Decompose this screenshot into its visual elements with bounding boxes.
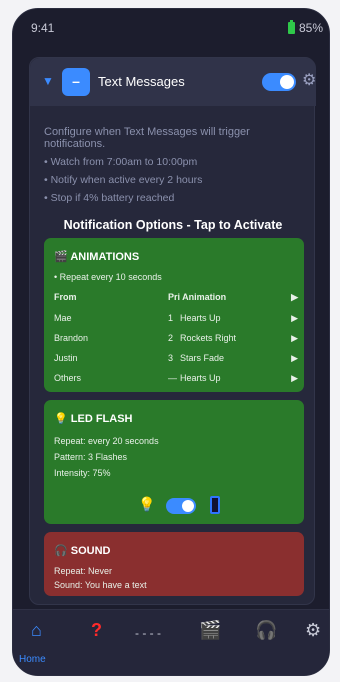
- app-icon: –: [62, 68, 90, 96]
- phone-icon[interactable]: [210, 496, 220, 514]
- led-intensity: Intensity: 75%: [54, 468, 111, 478]
- col-pri-animation: Pri Animation: [168, 292, 227, 302]
- table-row[interactable]: Justin 3 Stars Fade ▶: [54, 353, 298, 367]
- led-repeat: Repeat: every 20 seconds: [54, 436, 159, 446]
- phone-frame: 9:41 85% ▼ – Text Messages ⚙ Configure w…: [12, 8, 330, 676]
- led-title: LED FLASH: [70, 413, 133, 425]
- row-from: Mae: [54, 313, 72, 323]
- led-controls: 💡: [44, 496, 304, 516]
- led-header: 💡 LED FLASH: [54, 412, 133, 425]
- row-priority: 3: [168, 353, 174, 363]
- bullet-watch: • Watch from 7:00am to 10:00pm: [44, 156, 198, 168]
- led-toggle[interactable]: [166, 498, 196, 514]
- row-priority: 1: [168, 313, 174, 323]
- play-icon[interactable]: ▶: [291, 353, 298, 364]
- col-from: From: [54, 292, 77, 302]
- gear-icon[interactable]: ⚙: [302, 70, 316, 90]
- bullet-notify: • Notify when active every 2 hours: [44, 174, 203, 186]
- card-header[interactable]: ▼ – Text Messages ⚙: [30, 58, 316, 106]
- play-icon[interactable]: ▶: [291, 292, 298, 303]
- animations-title: ANIMATIONS: [70, 251, 140, 263]
- gear-icon[interactable]: ⚙: [305, 620, 321, 641]
- play-icon[interactable]: ▶: [291, 333, 298, 344]
- table-row[interactable]: Mae 1 Hearts Up ▶: [54, 313, 298, 327]
- play-icon[interactable]: ▶: [291, 373, 298, 384]
- status-time: 9:41: [31, 21, 55, 35]
- headphones-icon: 🎧: [54, 545, 68, 557]
- headphones-icon[interactable]: 🎧: [255, 620, 277, 641]
- notification-toggle[interactable]: [262, 73, 296, 91]
- sound-name: Sound: You have a text: [54, 580, 147, 590]
- animations-col-headers: From Pri Animation ▶: [54, 292, 298, 306]
- sound-header: 🎧 SOUND: [54, 544, 111, 557]
- battery-percent: 85%: [298, 21, 323, 35]
- help-icon[interactable]: ?: [91, 620, 102, 641]
- row-from: Others: [54, 373, 82, 383]
- battery-icon: [287, 20, 295, 34]
- row-animation: Hearts Up: [180, 313, 221, 323]
- row-priority: 2: [168, 333, 174, 343]
- lightbulb-icon: 💡: [54, 413, 68, 425]
- play-icon[interactable]: ▶: [291, 313, 298, 324]
- row-animation: Stars Fade: [180, 353, 225, 363]
- clapperboard-icon: 🎬: [54, 251, 68, 263]
- dashes-icon[interactable]: - - - -: [135, 626, 161, 640]
- lightbulb-icon[interactable]: 💡: [138, 496, 155, 513]
- options-title: Notification Options - Tap to Activate: [63, 218, 283, 232]
- notification-card: ▼ – Text Messages ⚙ Configure when Text …: [29, 57, 316, 605]
- bottom-nav: ⌂ Home ? - - - - 🎬 🎧 ⚙: [13, 609, 329, 675]
- led-flash-option[interactable]: 💡 LED FLASH Repeat: every 20 seconds Pat…: [44, 400, 304, 524]
- row-animation: Hearts Up: [180, 373, 221, 383]
- bullet-stop: • Stop if 4% battery reached: [44, 192, 175, 204]
- row-priority: —: [168, 373, 177, 383]
- row-from: Justin: [54, 353, 78, 363]
- row-animation: Rockets Right: [180, 333, 237, 343]
- row-from: Brandon: [54, 333, 89, 343]
- card-title: Text Messages: [98, 74, 185, 89]
- led-pattern: Pattern: 3 Flashes: [54, 452, 128, 462]
- animations-header: 🎬 ANIMATIONS: [54, 250, 139, 263]
- battery-indicator: 85%: [287, 20, 323, 35]
- table-row[interactable]: Others — Hearts Up ▶: [54, 373, 298, 387]
- description-text: Configure when Text Messages will trigge…: [44, 126, 250, 150]
- sound-repeat: Repeat: Never: [54, 566, 113, 576]
- sound-option[interactable]: 🎧 SOUND Repeat: Never Sound: You have a …: [44, 532, 304, 596]
- home-icon[interactable]: ⌂: [31, 620, 42, 641]
- sound-title: SOUND: [70, 545, 111, 557]
- status-bar: 9:41 85%: [13, 19, 329, 39]
- chevron-down-icon[interactable]: ▼: [42, 74, 54, 88]
- home-label[interactable]: Home: [19, 654, 46, 665]
- animations-option[interactable]: 🎬 ANIMATIONS • Repeat every 10 seconds F…: [44, 238, 304, 392]
- animations-repeat: • Repeat every 10 seconds: [54, 272, 162, 282]
- clapperboard-icon[interactable]: 🎬: [199, 620, 221, 641]
- table-row[interactable]: Brandon 2 Rockets Right ▶: [54, 333, 298, 347]
